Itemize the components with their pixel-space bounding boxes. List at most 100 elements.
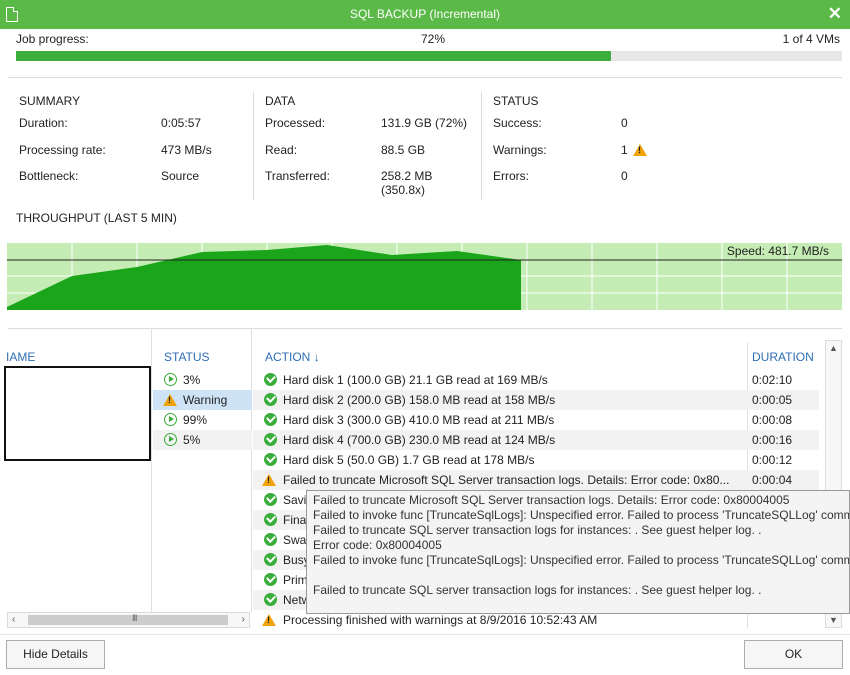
play-icon [164, 413, 177, 426]
transferred-label: Transferred: [265, 169, 330, 183]
check-icon [264, 433, 277, 446]
check-icon [264, 533, 277, 546]
rate-value: 473 MB/s [161, 142, 212, 157]
status-section: STATUS Success: 0 Warnings: 1 Errors: 0 [493, 94, 673, 196]
summary-section: SUMMARY Duration: 0:05:57 Processing rate… [19, 94, 244, 196]
vm-status-row[interactable]: Warning [153, 390, 252, 410]
action-duration: 0:00:04 [752, 473, 793, 487]
job-progress-row: Job progress: 72% 1 of 4 VMs [16, 32, 840, 48]
data-section: DATA Processed: 131.9 GB (72%) Read: 88.5 … [265, 94, 475, 197]
tooltip-line: Failed to invoke func [TruncateSqlLogs]:… [313, 508, 850, 522]
window-title: SQL BACKUP (Incremental) [349, 7, 501, 21]
duration-value: 0:05:57 [161, 116, 202, 130]
job-progress-fill [16, 51, 611, 61]
duration-column-header[interactable]: DURATION [752, 350, 814, 364]
check-icon [264, 573, 277, 586]
action-text: Hard disk 2 (200.0 GB) 158.0 MB read at … [283, 393, 556, 407]
action-duration: 0:00:08 [752, 413, 793, 427]
action-row[interactable]: Hard disk 4 (700.0 GB) 230.0 MB read at … [253, 430, 819, 450]
divider [8, 77, 842, 78]
close-icon[interactable]: ✕ [828, 4, 842, 24]
check-icon [264, 593, 277, 606]
action-row[interactable]: Hard disk 5 (50.0 GB) 1.7 GB read at 178… [253, 450, 819, 470]
scroll-grip: III [132, 613, 137, 623]
vm-status-text: 99% [183, 413, 208, 427]
check-icon [264, 393, 277, 406]
vm-count: 1 of 4 VMs [782, 32, 840, 46]
tooltip-line: Error code: 0x80004005 [313, 538, 442, 552]
action-duration: 0:00:16 [752, 433, 793, 447]
divider [481, 92, 482, 200]
vm-status-text: Warning [183, 393, 228, 407]
status-column-header[interactable]: STATUS [164, 350, 210, 364]
warning-icon [262, 614, 276, 626]
action-duration: 0:00:12 [752, 453, 793, 467]
hide-details-button[interactable]: Hide Details [6, 640, 105, 669]
action-column-header[interactable]: ACTION ↓ [265, 350, 320, 364]
scroll-left-icon[interactable]: ‹ [12, 614, 15, 625]
vm-name-redacted-box [4, 366, 151, 461]
check-icon [264, 453, 277, 466]
errors-value: 0 [621, 169, 628, 183]
check-icon [264, 373, 277, 386]
vm-status-text: 3% [183, 373, 201, 387]
play-icon [164, 433, 177, 446]
action-text: Hard disk 4 (700.0 GB) 230.0 MB read at … [283, 433, 556, 447]
action-text: Hard disk 3 (300.0 GB) 410.0 MB read at … [283, 413, 555, 427]
ok-button[interactable]: OK [744, 640, 843, 669]
horizontal-scrollbar[interactable]: ‹ III › [7, 612, 250, 628]
action-row[interactable]: Hard disk 1 (100.0 GB) 21.1 GB read at 1… [253, 370, 819, 390]
divider [0, 634, 850, 635]
success-label: Success: [493, 116, 542, 130]
scroll-down-icon[interactable]: ▼ [829, 615, 838, 625]
action-row[interactable]: Hard disk 3 (300.0 GB) 410.0 MB read at … [253, 410, 819, 430]
throughput-title: THROUGHPUT (LAST 5 MIN) [16, 211, 177, 225]
check-icon [264, 553, 277, 566]
job-progress-bar [16, 51, 842, 61]
duration-label: Duration: [19, 116, 68, 130]
tooltip-line: Failed to truncate SQL server transactio… [313, 583, 762, 597]
success-value: 0 [621, 116, 628, 130]
scroll-up-icon[interactable]: ▲ [829, 343, 838, 353]
throughput-chart: Speed: 481.7 MB/s [7, 243, 842, 310]
error-tooltip: Failed to truncate Microsoft SQL Server … [306, 490, 850, 614]
status-heading: STATUS [493, 94, 539, 108]
read-value: 88.5 GB [381, 142, 426, 157]
action-text: Processing finished with warnings at 8/9… [283, 613, 598, 627]
tooltip-line: Failed to invoke func [TruncateSqlLogs]:… [313, 553, 850, 567]
bottleneck-label: Bottleneck: [19, 169, 79, 183]
title-bar: SQL BACKUP (Incremental) ✕ [0, 0, 850, 29]
vm-status-pane: STATUS 3% Warning 99% 5% [151, 328, 252, 612]
check-icon [264, 493, 277, 506]
vm-name-pane: IAME [4, 328, 151, 612]
name-column-header[interactable]: IAME [6, 350, 35, 364]
play-icon [164, 373, 177, 386]
job-progress-label: Job progress: [16, 32, 89, 46]
summary-heading: SUMMARY [19, 94, 81, 108]
action-row[interactable]: Hard disk 2 (200.0 GB) 158.0 MB read at … [253, 390, 819, 410]
action-row[interactable]: Failed to truncate Microsoft SQL Server … [253, 470, 819, 490]
check-icon [264, 513, 277, 526]
rate-label: Processing rate: [19, 142, 106, 157]
data-heading: DATA [265, 94, 296, 108]
scroll-thumb[interactable] [28, 615, 228, 625]
warnings-value: 1 [621, 142, 628, 157]
warning-icon [633, 143, 647, 156]
speed-label: Speed: 481.7 MB/s [727, 244, 829, 258]
scroll-right-icon[interactable]: › [242, 614, 245, 625]
vm-status-text: 5% [183, 433, 201, 447]
warning-icon [262, 474, 276, 486]
job-progress-percent: 72% [421, 32, 446, 46]
vm-status-row[interactable]: 3% [153, 370, 252, 390]
warning-icon [163, 394, 177, 406]
vm-status-row[interactable]: 5% [153, 430, 252, 450]
sort-arrow-icon: ↓ [313, 350, 320, 364]
divider [253, 92, 254, 200]
action-text: Hard disk 1 (100.0 GB) 21.1 GB read at 1… [283, 373, 548, 387]
action-duration: 0:00:05 [752, 393, 793, 407]
warnings-label: Warnings: [493, 142, 547, 157]
action-duration: 0:02:10 [752, 373, 793, 387]
read-label: Read: [265, 142, 298, 157]
vm-status-row[interactable]: 99% [153, 410, 252, 430]
processed-value: 131.9 GB (72%) [381, 116, 468, 130]
